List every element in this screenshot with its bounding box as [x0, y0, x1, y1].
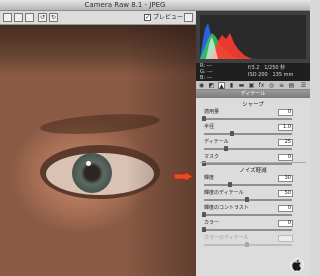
sharpen-slider-handle[interactable]	[202, 116, 206, 121]
section-divider	[200, 162, 306, 163]
toolbar: ↺ ↻ ✓ プレビュー	[0, 11, 196, 25]
noise-value-field[interactable]: 0	[278, 220, 293, 227]
window-title: Camera Raw 8.1 - JPEG	[84, 1, 166, 9]
tone-curve-tab-icon[interactable]: ◩	[208, 82, 215, 89]
sharpen-slider-row: 適用量 0	[196, 109, 310, 123]
noise-slider-handle[interactable]	[202, 227, 206, 232]
preview-checkbox[interactable]: ✓	[144, 14, 151, 21]
exif-aperture-shutter: f/3.2 1/250 秒	[248, 65, 286, 71]
exif-iso-focal: ISO 200 135 mm	[248, 72, 294, 78]
histogram	[196, 11, 310, 63]
photo-shadow	[126, 25, 196, 276]
noise-slider-row: カラーのディテール	[196, 235, 310, 249]
hand-tool-button[interactable]	[14, 13, 23, 22]
photo-iris	[72, 153, 112, 193]
sharpen-value-field[interactable]: 0	[278, 154, 293, 161]
photo-catchlight	[86, 161, 91, 166]
rgb-readout: R: --- G: --- B: --- f/3.2 1/250 秒 ISO 2…	[196, 63, 310, 81]
white-balance-tool-button[interactable]	[25, 13, 34, 22]
histogram-graph	[200, 15, 306, 59]
noise-value-field[interactable]	[278, 235, 293, 242]
rotate-right-icon[interactable]: ↻	[49, 13, 58, 22]
basic-tab-icon[interactable]: ◉	[198, 82, 205, 89]
hsl-tab-icon[interactable]: ▮	[228, 82, 235, 89]
fullscreen-button[interactable]	[184, 13, 193, 22]
split-toning-tab-icon[interactable]: ▬	[238, 82, 245, 89]
preview-toggle[interactable]: ✓ プレビュー	[144, 13, 183, 22]
sharpen-slider-handle[interactable]	[223, 146, 228, 151]
noise-value-field[interactable]: 50	[278, 190, 293, 197]
noise-slider-track[interactable]	[204, 214, 292, 216]
noise-slider-label: カラーのディテール	[204, 235, 249, 241]
panel-title: ディテール	[196, 90, 310, 98]
noise-slider-handle[interactable]	[202, 212, 206, 217]
snapshots-tab-icon[interactable]: ▤	[288, 82, 295, 89]
image-preview[interactable]	[0, 25, 196, 276]
sharpen-slider-track[interactable]	[204, 133, 292, 135]
pointing-hand-icon	[173, 171, 194, 182]
sharpen-slider-row: 半径 1.0	[196, 124, 310, 138]
sharpen-section-title: シャープ	[242, 102, 264, 108]
noise-slider-label: 輝度	[204, 175, 215, 181]
noise-section-title: ノイズ軽減	[239, 168, 267, 174]
noise-value-field[interactable]: 30	[278, 175, 293, 182]
preview-label: プレビュー	[153, 14, 184, 21]
camera-calibration-tab-icon[interactable]: ◎	[268, 82, 275, 89]
sharpen-slider-handle[interactable]	[230, 131, 235, 136]
sharpen-slider-track[interactable]	[204, 148, 292, 150]
panel-tabs: ◉ ◩ ▲ ▮ ▬ ▣ fx ◎ ≡ ▤ ☰	[196, 81, 310, 90]
sharpen-slider-label: 半径	[204, 124, 215, 130]
zoom-tool-button[interactable]	[3, 13, 12, 22]
noise-slider-label: 輝度のディテール	[204, 190, 244, 196]
presets-tab-icon[interactable]: ≡	[278, 82, 285, 89]
sharpen-slider-label: ディテール	[204, 139, 229, 145]
noise-slider-row: 輝度のディテール 50	[196, 190, 310, 204]
noise-slider-track[interactable]	[204, 229, 292, 231]
noise-slider-handle[interactable]	[227, 182, 232, 187]
sharpen-slider-track[interactable]	[204, 163, 292, 165]
noise-slider-label: カラー	[204, 220, 220, 226]
effects-tab-icon[interactable]: fx	[258, 82, 265, 89]
noise-value-field[interactable]: 0	[278, 205, 293, 212]
noise-slider-handle[interactable]	[245, 197, 249, 202]
noise-slider-row: カラー 0	[196, 220, 310, 234]
noise-slider-track[interactable]	[204, 184, 292, 186]
sharpen-value-field[interactable]: 0	[278, 109, 293, 116]
detail-panel: シャープ 適用量 0 半径 1.0 ディテール 25 マスク 0 ノイズ軽減 輝度 30 輝度のデ…	[196, 98, 310, 276]
sharpen-value-field[interactable]: 1.0	[278, 124, 293, 131]
sharpen-slider-track[interactable]	[204, 118, 292, 120]
title-bar: Camera Raw 8.1 - JPEG	[0, 0, 310, 11]
noise-slider-label: 輝度のコントラスト	[204, 205, 249, 211]
apple-logo-icon	[290, 258, 304, 272]
noise-slider-handle[interactable]	[245, 242, 249, 247]
lens-corrections-tab-icon[interactable]: ▣	[248, 82, 255, 89]
sharpen-slider-label: マスク	[204, 154, 220, 160]
sharpen-slider-row: ディテール 25	[196, 139, 310, 153]
noise-slider-row: 輝度 30	[196, 175, 310, 189]
detail-tab-icon[interactable]: ▲	[218, 82, 225, 90]
rotate-left-icon[interactable]: ↺	[38, 13, 47, 22]
sharpen-slider-label: 適用量	[204, 109, 220, 115]
sharpen-value-field[interactable]: 25	[278, 139, 293, 146]
panel-menu-icon[interactable]: ☰	[300, 82, 307, 89]
noise-slider-row: 輝度のコントラスト 0	[196, 205, 310, 219]
